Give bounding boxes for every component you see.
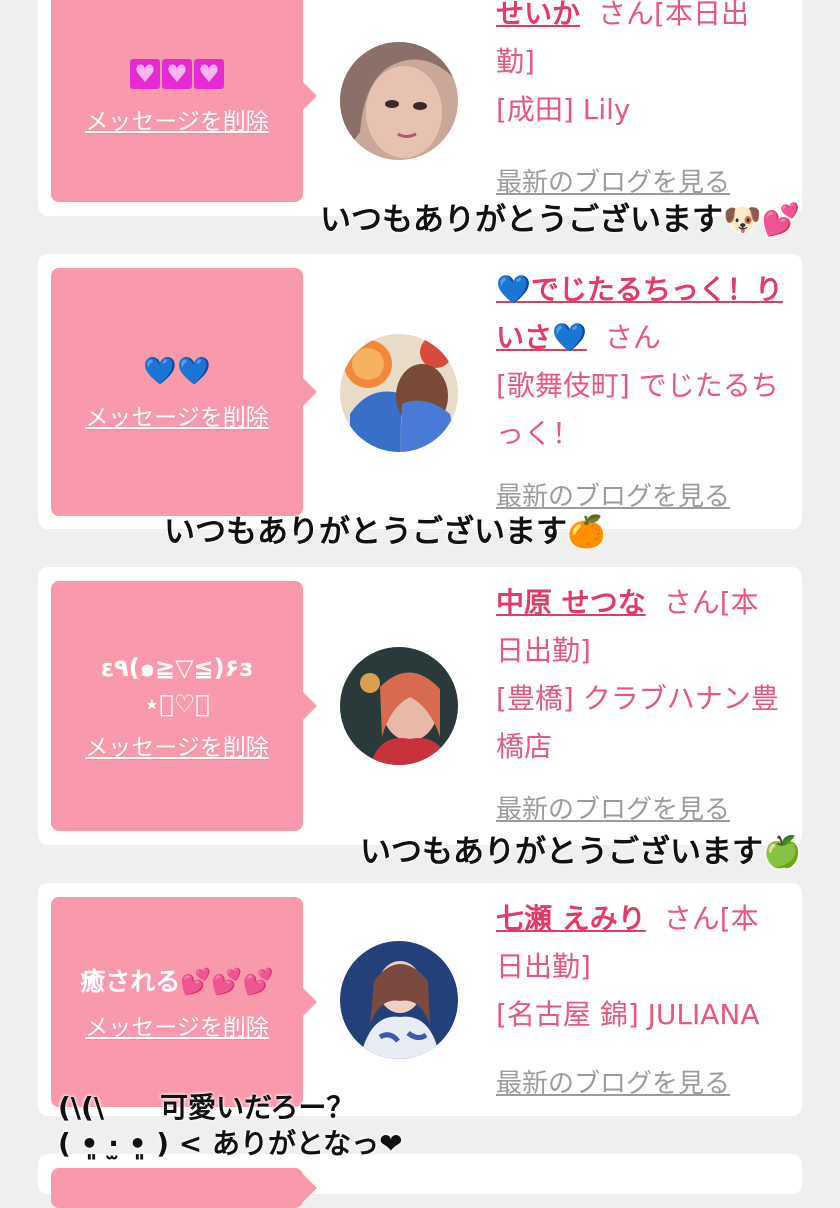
avatar[interactable] [340,647,458,765]
cast-info: 💙でじたるちっく！りいさ💙 さん [歌舞伎町] でじたるちっく！ [496,266,786,458]
message-bubble: ♥ ♥ ♥ メッセージを削除 [51,0,317,202]
message-card: 💙💙 メッセージを削除 💙でじたるちっく！りいさ💙 さん [歌舞伎町] でじたるち… [38,254,802,529]
message-card: 癒される💕💕💕 メッセージを削除 七瀬 えみり さん[本日出勤] [名古屋 錦] … [38,883,802,1116]
overlay-line-2: ( •͈ ·̫ •͈ ) < ありがとなっ❤ [58,1127,403,1160]
cast-info: 中原 せつな さん[本日出勤] [豊橋] クラブハナン豊橋店 [496,579,786,771]
delete-message-link[interactable]: メッセージを削除 [85,728,269,762]
overlay-line-1: (\(\ 可愛いだろー？ [58,1091,355,1124]
overlay-caption: (\(\ 可愛いだろー？ ( •͈ ·̫ •͈ ) < ありがとなっ❤ [58,1090,403,1162]
avatar[interactable] [340,42,458,160]
avatar[interactable] [340,941,458,1059]
delete-message-link[interactable]: メッセージを削除 [85,1008,269,1042]
cast-name-link[interactable]: 中原 せつな [496,586,646,619]
cast-info: 七瀬 えみり さん[本日出勤] [名古屋 錦] JULIANA [496,895,786,1039]
message-bubble: 💙💙 メッセージを削除 [51,268,317,516]
message-line-2: ⋆͛♡͙ [144,690,210,718]
shop-name: [成田] Lily [496,93,631,126]
cast-name-link[interactable]: 七瀬 えみり [496,902,646,935]
latest-blog-link[interactable]: 最新のブログを見る [496,1063,730,1100]
message-bubble: 癒される💕💕💕 メッセージを削除 [51,897,317,1107]
message-text: 癒される💕💕💕 [80,967,274,996]
cast-honorific: さん [604,321,661,354]
shop-name: [名古屋 錦] JULIANA [496,998,760,1031]
message-text: ♥ ♥ ♥ [129,56,225,96]
overlay-caption: いつもありがとうございます🐶💕 [320,202,801,238]
overlay-caption: いつもありがとうございます🍏 [360,834,802,870]
message-card: ε٩(๑≧▽≦)۶з ⋆͛♡͙ メッセージを削除 中原 せつな さん[本日出勤] … [38,567,802,845]
latest-blog-link[interactable]: 最新のブログを見る [496,789,730,826]
message-text: 💙💙 [143,356,211,387]
shop-name: [歌舞伎町] でじたるちっく！ [496,369,779,450]
avatar[interactable] [340,334,458,452]
shop-name: [豊橋] クラブハナン豊橋店 [496,682,779,763]
cast-info: せいか さん[本日出勤] [成田] Lily [496,0,786,134]
overlay-caption: いつもありがとうございます🍊 [164,514,606,550]
delete-message-link[interactable]: メッセージを削除 [85,398,269,432]
message-bubble: ε٩(๑≧▽≦)۶з ⋆͛♡͙ メッセージを削除 [51,581,317,831]
message-bubble [51,1168,317,1208]
message-line-1: ε٩(๑≧▽≦)۶з [100,654,254,682]
message-card: ♥ ♥ ♥ メッセージを削除 せいか さん[本日出勤] [成田] Lily 最新のブロ… [38,0,802,216]
message-text: ε٩(๑≧▽≦)۶з ⋆͛♡͙ [101,650,253,722]
delete-message-link[interactable]: メッセージを削除 [85,102,269,136]
cast-name-link[interactable]: せいか [496,0,580,30]
